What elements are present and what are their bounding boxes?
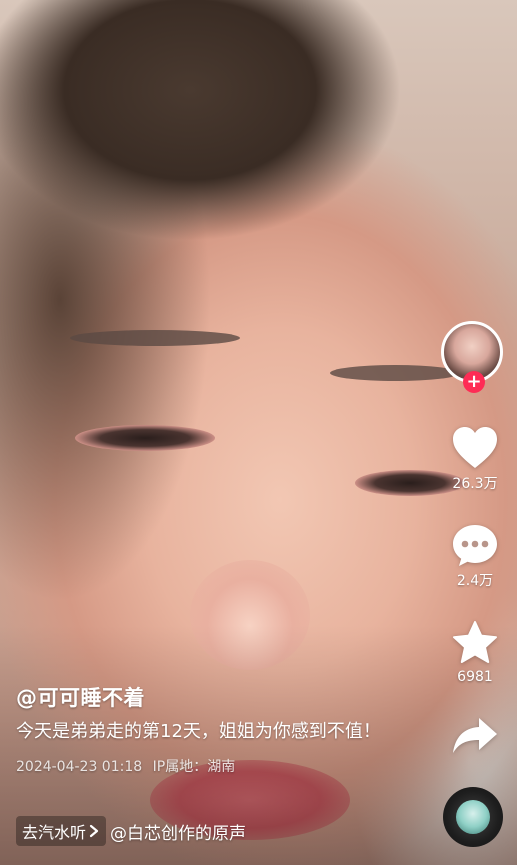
heart-icon	[453, 427, 497, 468]
comment-button[interactable]: 2.4万	[440, 523, 510, 590]
share-icon	[453, 718, 497, 753]
chevron-right-icon	[89, 824, 99, 838]
author-avatar[interactable]: +	[441, 321, 509, 393]
face-eye-left	[75, 425, 215, 451]
like-count: 26.3万	[452, 476, 498, 492]
video-info: @可可睡不着 今天是弟弟走的第12天，姐姐为你感到不值！ 2024-04-23 …	[16, 682, 416, 776]
music-title[interactable]: @白芯创作的原声	[110, 819, 246, 844]
face-brow-left	[70, 330, 240, 346]
music-row[interactable]: 去汽水听 @白芯创作的原声	[16, 816, 246, 846]
music-disc[interactable]	[443, 787, 503, 847]
follow-button[interactable]: +	[463, 371, 485, 393]
post-date: 2024-04-23 01:18	[16, 759, 143, 775]
favorite-count: 6981	[457, 669, 493, 685]
music-cover	[456, 800, 490, 834]
ip-location: IP属地：湖南	[152, 759, 236, 775]
author-name[interactable]: @可可睡不着	[16, 682, 416, 712]
star-icon	[453, 621, 497, 663]
post-meta: 2024-04-23 01:18 IP属地：湖南	[16, 756, 416, 776]
comment-icon	[453, 525, 497, 566]
qishui-tag-button[interactable]: 去汽水听	[16, 816, 107, 846]
favorite-button[interactable]: 6981	[440, 620, 510, 685]
like-button[interactable]: 26.3万	[440, 426, 510, 493]
video-description: 今天是弟弟走的第12天，姐姐为你感到不值！	[16, 721, 381, 742]
comment-count: 2.4万	[456, 573, 494, 589]
share-button[interactable]	[440, 716, 510, 756]
qishui-tag-label: 去汽水听	[22, 823, 87, 842]
